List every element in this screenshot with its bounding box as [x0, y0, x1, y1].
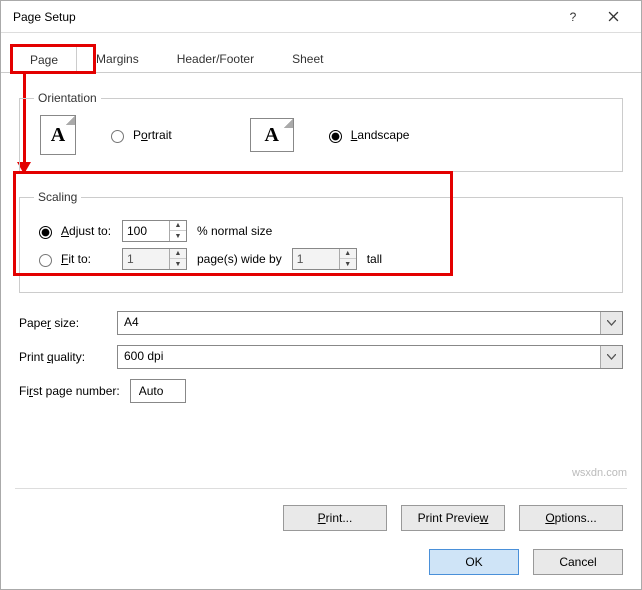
- options-button[interactable]: Options...: [519, 505, 623, 531]
- help-button[interactable]: ?: [553, 1, 593, 33]
- tab-margins[interactable]: Margins: [77, 45, 158, 72]
- ok-button[interactable]: OK: [429, 549, 519, 575]
- radio-adjust-input[interactable]: [39, 226, 52, 239]
- down-icon[interactable]: ▼: [340, 259, 356, 269]
- fit-tall-suffix: tall: [367, 252, 382, 266]
- close-icon: [608, 11, 619, 22]
- adjust-suffix: % normal size: [197, 224, 272, 238]
- paper-size-combo[interactable]: A4: [117, 311, 623, 335]
- first-page-input[interactable]: [130, 379, 186, 403]
- footer-buttons: OK Cancel: [429, 549, 623, 575]
- cancel-button[interactable]: Cancel: [533, 549, 623, 575]
- fit-tall-value[interactable]: [293, 249, 339, 269]
- fit-tall-spinner[interactable]: ▲▼: [292, 248, 357, 270]
- radio-portrait-label: Portrait: [133, 128, 172, 142]
- radio-portrait[interactable]: Portrait: [106, 127, 172, 143]
- print-quality-combo[interactable]: 600 dpi: [117, 345, 623, 369]
- print-preview-button[interactable]: Print Preview: [401, 505, 505, 531]
- window-title: Page Setup: [9, 10, 553, 24]
- orientation-legend: Orientation: [34, 91, 101, 105]
- action-buttons: Print... Print Preview Options...: [283, 505, 623, 531]
- chevron-down-icon[interactable]: [600, 346, 622, 368]
- print-quality-label: Print quality:: [19, 350, 105, 364]
- up-icon[interactable]: ▲: [340, 249, 356, 259]
- down-icon[interactable]: ▼: [170, 259, 186, 269]
- radio-fit-label: Fit to:: [61, 252, 91, 266]
- tab-header-footer[interactable]: Header/Footer: [158, 45, 273, 72]
- fit-wide-value[interactable]: [123, 249, 169, 269]
- down-icon[interactable]: ▼: [170, 231, 186, 241]
- chevron-down-icon[interactable]: [600, 312, 622, 334]
- titlebar: Page Setup ?: [1, 1, 641, 33]
- paper-size-value: A4: [118, 312, 600, 334]
- adjust-value[interactable]: [123, 221, 169, 241]
- print-quality-value: 600 dpi: [118, 346, 600, 368]
- radio-landscape-input[interactable]: [329, 130, 342, 143]
- fit-mid-label: page(s) wide by: [197, 252, 282, 266]
- watermark: wsxdn.com: [572, 467, 627, 479]
- landscape-icon: A: [250, 118, 294, 152]
- radio-fit-input[interactable]: [39, 254, 52, 267]
- radio-landscape-label: Landscape: [351, 128, 410, 142]
- tab-strip: Page Margins Header/Footer Sheet: [1, 37, 641, 73]
- radio-adjust[interactable]: Adjust to:: [34, 223, 112, 239]
- radio-adjust-label: Adjust to:: [61, 224, 111, 238]
- dialog-body: Orientation A Portrait A Landscape Scali…: [1, 73, 641, 423]
- first-page-label: First page number:: [19, 384, 120, 398]
- page-setup-dialog: Page Setup ? Page Margins Header/Footer …: [0, 0, 642, 590]
- up-icon[interactable]: ▲: [170, 221, 186, 231]
- paper-size-label: Paper size:: [19, 316, 105, 330]
- radio-landscape[interactable]: Landscape: [324, 127, 410, 143]
- print-button[interactable]: Print...: [283, 505, 387, 531]
- radio-portrait-input[interactable]: [111, 130, 124, 143]
- radio-fit[interactable]: Fit to:: [34, 251, 112, 267]
- up-icon[interactable]: ▲: [170, 249, 186, 259]
- tab-page[interactable]: Page: [11, 46, 77, 73]
- separator: [15, 488, 627, 489]
- fit-wide-spinner[interactable]: ▲▼: [122, 248, 187, 270]
- close-button[interactable]: [593, 1, 633, 33]
- adjust-spinner[interactable]: ▲▼: [122, 220, 187, 242]
- orientation-group: Orientation A Portrait A Landscape: [19, 91, 623, 172]
- tab-sheet[interactable]: Sheet: [273, 45, 342, 72]
- scaling-legend: Scaling: [34, 190, 81, 204]
- scaling-group: Scaling Adjust to: ▲▼ % normal size Fit …: [19, 190, 623, 293]
- portrait-icon: A: [40, 115, 76, 155]
